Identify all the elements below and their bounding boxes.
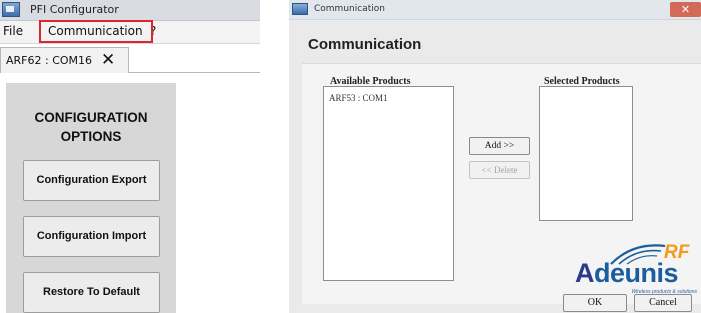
available-products-list[interactable]: ARF53 : COM1 xyxy=(323,86,454,281)
selected-products-list[interactable] xyxy=(539,86,633,221)
configuration-import-button[interactable]: Configuration Import xyxy=(23,216,160,257)
delete-button[interactable]: << Delete xyxy=(469,161,530,179)
ok-button[interactable]: OK xyxy=(563,294,627,312)
add-button[interactable]: Add >> xyxy=(469,137,530,155)
tab-arf62-com16[interactable]: ARF62 : COM16 ✕ xyxy=(0,47,129,73)
list-item[interactable]: ARF53 : COM1 xyxy=(329,93,388,103)
logo-word-first: A xyxy=(575,258,595,288)
dialog-heading: Communication xyxy=(308,36,422,53)
tab-divider xyxy=(129,72,260,73)
options-heading-line1: CONFIGURATION xyxy=(34,110,148,125)
tab-label: ARF62 : COM16 xyxy=(6,54,93,67)
configuration-options-panel: CONFIGURATION OPTIONS Configuration Expo… xyxy=(6,83,176,313)
logo-wordmark: Adeunis xyxy=(575,258,679,288)
dialog-close-button[interactable]: ✕ xyxy=(670,2,701,17)
dialog-title-bar: Communication ✕ xyxy=(289,0,701,20)
adeunis-logo: RF Adeunis Wireless products & solutions xyxy=(573,242,701,300)
dialog-title: Communication xyxy=(314,4,385,14)
title-bar: PFI Configurator xyxy=(0,0,260,21)
menu-file[interactable]: File xyxy=(3,24,23,38)
app-icon xyxy=(2,2,20,17)
window-title: PFI Configurator xyxy=(30,3,119,16)
communication-highlight-box xyxy=(39,20,153,43)
dialog-icon xyxy=(292,3,308,15)
close-icon[interactable]: ✕ xyxy=(101,51,115,69)
options-heading: CONFIGURATION OPTIONS xyxy=(6,108,176,146)
restore-to-default-button[interactable]: Restore To Default xyxy=(23,272,160,313)
communication-dialog: Communication ✕ Communication Available … xyxy=(289,0,701,313)
dialog-body: Communication Available Products ARF53 :… xyxy=(289,20,701,313)
options-heading-line2: OPTIONS xyxy=(60,129,122,144)
pfi-configurator-window: PFI Configurator File Communication ? AR… xyxy=(0,0,260,313)
cancel-button[interactable]: Cancel xyxy=(634,294,692,312)
logo-word-rest: deunis xyxy=(594,258,679,288)
configuration-export-button[interactable]: Configuration Export xyxy=(23,160,160,201)
